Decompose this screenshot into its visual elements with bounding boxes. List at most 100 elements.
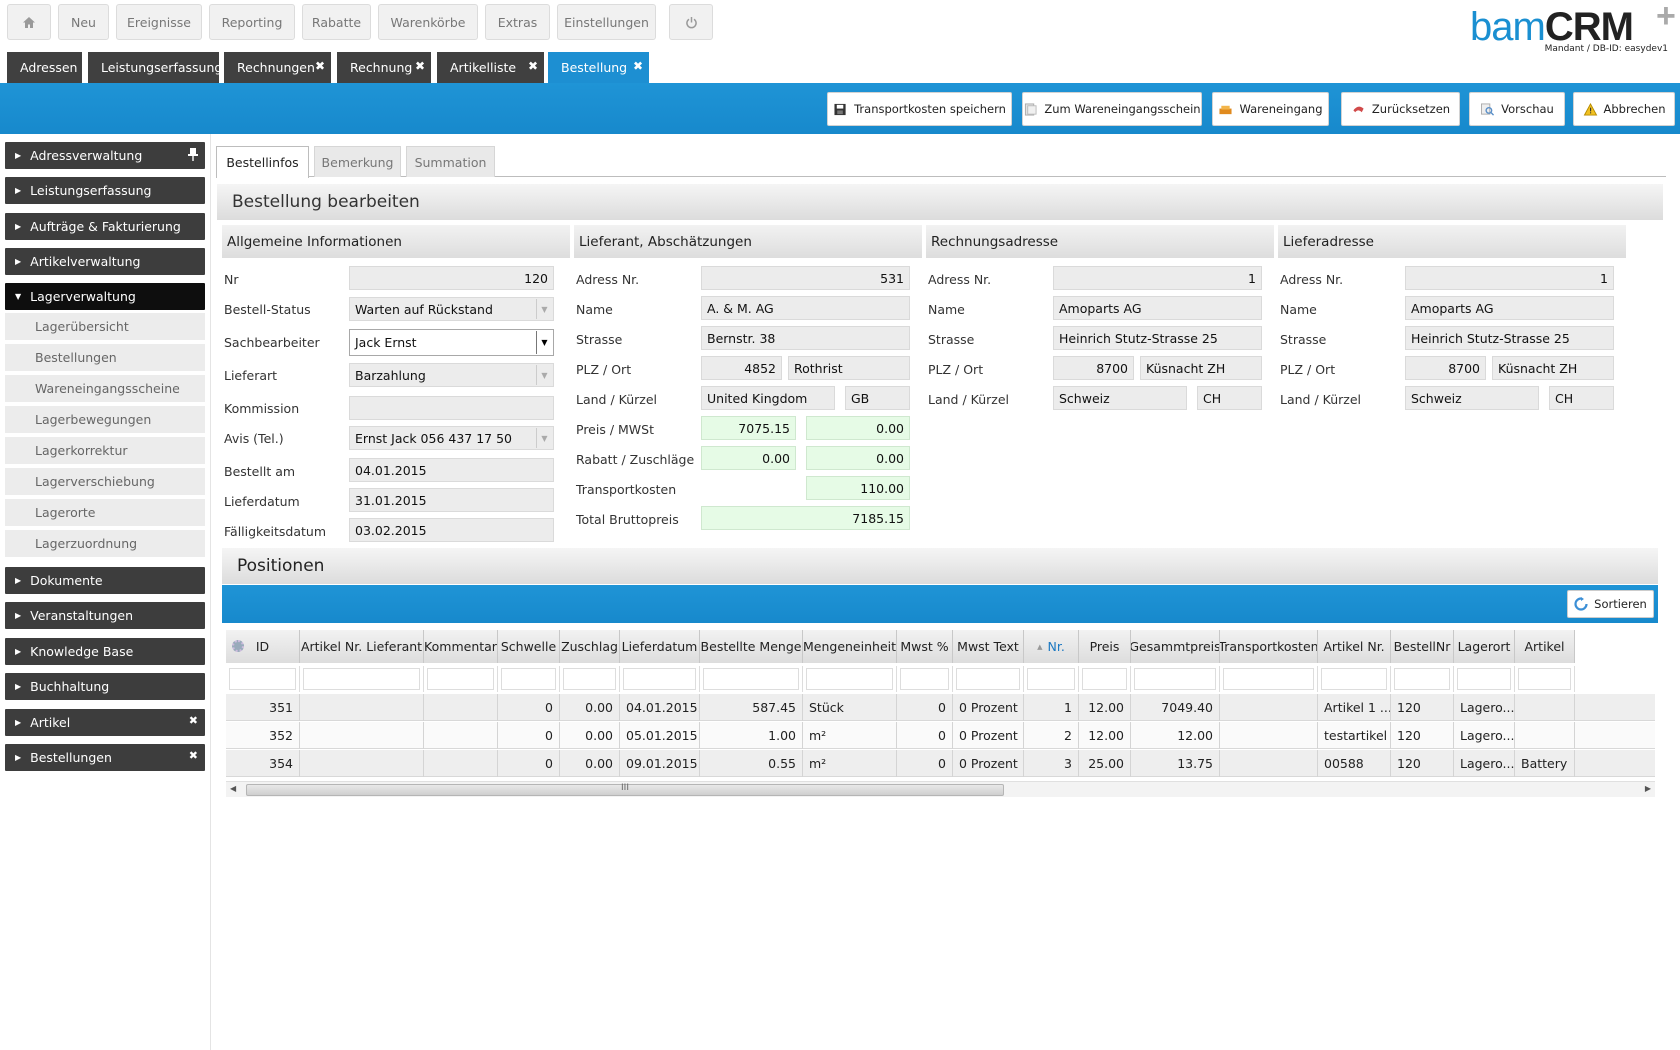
table-cell[interactable]: 12.00 xyxy=(1131,722,1220,749)
table-cell[interactable]: Lagero... xyxy=(1454,694,1515,721)
table-cell[interactable]: 0 Prozent xyxy=(953,694,1024,721)
table-cell[interactable] xyxy=(424,722,498,749)
grid-column-header[interactable]: Lagerort xyxy=(1454,630,1515,663)
grid-filter-cell[interactable] xyxy=(226,666,300,692)
tab-bestellung[interactable]: Bestellung ✖ xyxy=(548,52,649,83)
table-cell[interactable]: 00588 xyxy=(1318,750,1391,777)
tab-leistungserfassung[interactable]: Leistungserfassung xyxy=(88,52,222,83)
scroll-left-icon[interactable]: ◀ xyxy=(230,784,236,793)
tab-rechnung[interactable]: Rechnung ✖ xyxy=(337,52,431,83)
sidebar-item-bestellungen[interactable]: Bestellungen xyxy=(5,344,205,372)
table-cell[interactable]: 0 xyxy=(897,722,953,749)
rechnung-name-field[interactable]: Amoparts AG xyxy=(1053,296,1262,320)
nav-reporting[interactable]: Reporting xyxy=(209,4,295,40)
table-cell[interactable]: 0.00 xyxy=(560,722,620,749)
grid-filter-cell[interactable] xyxy=(424,666,498,692)
table-cell[interactable]: 7049.40 xyxy=(1131,694,1220,721)
table-cell[interactable]: 05.01.2015... xyxy=(620,722,700,749)
total-bruttopreis-field[interactable]: 7185.15 xyxy=(701,506,910,530)
tab-adressen[interactable]: Adressen xyxy=(7,52,82,83)
liefer-land-field[interactable]: Schweiz xyxy=(1405,386,1539,410)
chevron-down-icon[interactable]: ▼ xyxy=(536,299,552,319)
sidebar-group-lagerverwaltung[interactable]: ▼ Lagerverwaltung xyxy=(5,283,205,310)
grid-filter-cell[interactable] xyxy=(1220,666,1318,692)
settings-icon[interactable] xyxy=(232,640,244,652)
scroll-right-icon[interactable]: ▶ xyxy=(1645,784,1651,793)
horizontal-scrollbar[interactable]: ◀ III ▶ xyxy=(226,781,1655,797)
grid-column-header[interactable]: Transportkosten xyxy=(1220,630,1318,663)
grid-filter-cell[interactable] xyxy=(300,666,424,692)
table-cell[interactable]: 587.45 xyxy=(700,694,803,721)
table-cell[interactable]: 04.01.2015... xyxy=(620,694,700,721)
home-button[interactable] xyxy=(7,4,51,40)
preis-field[interactable]: 7075.15 xyxy=(701,416,796,440)
table-cell[interactable]: Artikel 1 ... xyxy=(1318,694,1391,721)
table-cell[interactable]: 0 xyxy=(897,750,953,777)
table-cell[interactable] xyxy=(1220,694,1318,721)
sidebar-item-lagerkorrektur[interactable]: Lagerkorrektur xyxy=(5,437,205,465)
chevron-down-icon[interactable]: ▼ xyxy=(536,331,552,354)
grid-column-header[interactable]: Artikel Nr. Lieferant xyxy=(300,630,424,663)
avis-select[interactable]: Ernst Jack 056 437 17 50 ▼ xyxy=(349,426,554,450)
table-cell[interactable]: 12.00 xyxy=(1079,722,1131,749)
rechnung-ort-field[interactable]: Küsnacht ZH xyxy=(1140,356,1262,380)
table-cell[interactable]: 13.75 xyxy=(1131,750,1220,777)
tab-artikelliste[interactable]: Artikelliste ✖ xyxy=(437,52,544,83)
table-cell[interactable]: 09.01.2015... xyxy=(620,750,700,777)
sidebar-item-lagerzuordnung[interactable]: Lagerzuordnung xyxy=(5,530,205,558)
close-icon[interactable]: ✖ xyxy=(315,59,325,73)
kommission-field[interactable] xyxy=(349,396,554,420)
sachbearbeiter-select[interactable]: Jack Ernst ▼ xyxy=(349,329,554,356)
transportkosten-speichern-button[interactable]: Transportkosten speichern xyxy=(827,92,1012,126)
lieferant-adress-nr-field[interactable]: 531 xyxy=(701,266,910,290)
tab-bemerkung[interactable]: Bemerkung xyxy=(314,146,401,177)
lieferant-name-field[interactable]: A. & M. AG xyxy=(701,296,910,320)
close-icon[interactable]: ✖ xyxy=(528,59,538,73)
table-cell[interactable]: 0.00 xyxy=(560,694,620,721)
table-cell[interactable]: 3 xyxy=(1024,750,1079,777)
grid-column-header[interactable]: Kommentar xyxy=(424,630,498,663)
table-cell[interactable]: 352 xyxy=(226,722,300,749)
grid-column-header[interactable]: Mwst % xyxy=(897,630,953,663)
rechnung-land-field[interactable]: Schweiz xyxy=(1053,386,1187,410)
rechnung-adress-nr-field[interactable]: 1 xyxy=(1053,266,1262,290)
table-cell[interactable] xyxy=(1515,694,1575,721)
scrollbar-thumb[interactable]: III xyxy=(246,783,1004,796)
sidebar-group-auftraege[interactable]: ▶ Aufträge & Fakturierung xyxy=(5,213,205,240)
wareneingang-button[interactable]: Wareneingang xyxy=(1212,92,1329,126)
table-cell[interactable]: m² xyxy=(803,722,897,749)
sidebar-group-dokumente[interactable]: ▶ Dokumente xyxy=(5,567,205,594)
table-cell[interactable]: 0 Prozent xyxy=(953,750,1024,777)
table-cell[interactable]: 120 xyxy=(1391,722,1454,749)
sidebar-item-wareneingangsscheine[interactable]: Wareneingangsscheine xyxy=(5,375,205,403)
grid-column-header[interactable]: ▲ Nr. xyxy=(1024,630,1079,663)
abbrechen-button[interactable]: Abbrechen xyxy=(1573,92,1675,126)
grid-filter-cell[interactable] xyxy=(1024,666,1079,692)
table-cell[interactable]: Lagero... xyxy=(1454,750,1515,777)
lieferart-select[interactable]: Barzahlung ▼ xyxy=(349,363,554,387)
close-icon[interactable]: ✖ xyxy=(415,59,425,73)
grid-column-header[interactable]: Zuschlag xyxy=(560,630,620,663)
tab-rechnungen[interactable]: Rechnungen ✖ xyxy=(224,52,331,83)
nav-warenkoerbe[interactable]: Warenkörbe xyxy=(378,4,478,40)
table-cell[interactable]: 0.55 xyxy=(700,750,803,777)
grid-filter-cell[interactable] xyxy=(953,666,1024,692)
grid-column-header[interactable]: Mwst Text xyxy=(953,630,1024,663)
grid-filter-cell[interactable] xyxy=(1079,666,1131,692)
table-cell[interactable]: Stück xyxy=(803,694,897,721)
table-cell[interactable]: Battery xyxy=(1515,750,1575,777)
sidebar-group-adressverwaltung[interactable]: ▶ Adressverwaltung xyxy=(5,142,205,169)
table-cell[interactable]: 0 Prozent xyxy=(953,722,1024,749)
grid-filter-cell[interactable] xyxy=(1391,666,1454,692)
liefer-strasse-field[interactable]: Heinrich Stutz-Strasse 25 xyxy=(1405,326,1614,350)
grid-column-header[interactable]: Schwelle xyxy=(498,630,560,663)
sidebar-group-bestellungen[interactable]: ▶ Bestellungen ✖ xyxy=(5,744,205,771)
table-cell[interactable]: Lagero... xyxy=(1454,722,1515,749)
lieferant-strasse-field[interactable]: Bernstr. 38 xyxy=(701,326,910,350)
mwst-field[interactable]: 0.00 xyxy=(806,416,910,440)
vorschau-button[interactable]: Vorschau xyxy=(1469,92,1565,126)
table-cell[interactable]: 0 xyxy=(897,694,953,721)
table-cell[interactable] xyxy=(300,722,424,749)
grid-column-header[interactable]: Lieferdatum xyxy=(620,630,700,663)
grid-column-header[interactable]: Preis xyxy=(1079,630,1131,663)
